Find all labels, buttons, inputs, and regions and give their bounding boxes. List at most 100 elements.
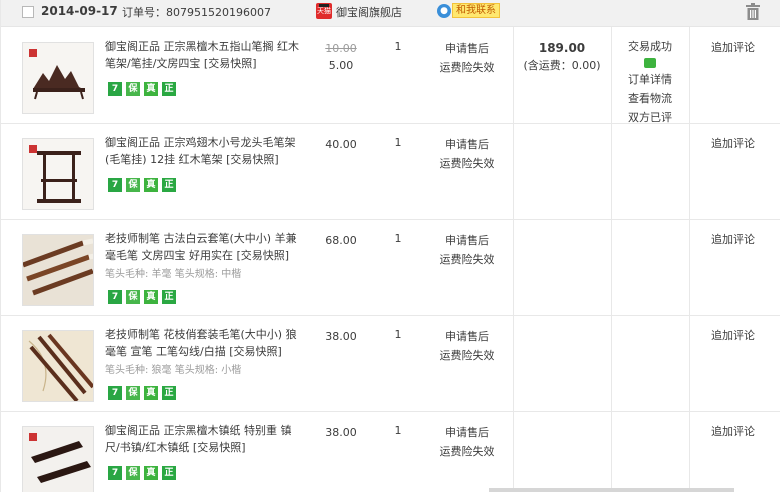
guarantee-icon[interactable]: 保 [126,466,140,480]
shop-name-link[interactable]: 御宝阁旗舰店 [336,4,402,20]
service-badges: 7 保 真 正 [108,178,176,192]
item-price: 40.00 [321,136,361,153]
add-review-link[interactable]: 追加评论 [711,327,755,343]
after-sales-cell: 申请售后 运费险失效 [431,327,503,365]
brush-set-image [23,235,93,305]
request-after-sales-link[interactable]: 申请售后 [431,39,503,58]
seven-day-return-icon[interactable]: 7 [108,466,122,480]
order-item-row: 御宝阁正品 正宗黑檀木镇纸 特别重 镇尺/书镇/红木镇纸 [交易快照] 7 保 … [1,412,780,492]
authentic-icon[interactable]: 真 [144,466,158,480]
service-badges: 7 保 真 正 [108,466,176,480]
product-title-link[interactable]: 御宝阁正品 正宗黑檀木镇纸 特别重 镇尺/书镇/红木镇纸 [交易快照] [105,422,305,456]
order-number-value: 807951520196007 [166,6,271,19]
service-badges: 7 保 真 正 [108,82,176,96]
item-quantity: 1 [394,40,402,53]
request-after-sales-link[interactable]: 申请售后 [431,231,503,250]
both-rated-status[interactable]: 双方已评 [611,108,689,127]
snapshot-link[interactable]: [交易快照] [204,57,257,70]
item-quantity: 1 [394,232,402,245]
add-review-link[interactable]: 追加评论 [711,39,755,55]
product-title-link[interactable]: 老技师制笔 花枝俏套装毛笔(大中小) 狼毫笔 宣笔 工笔勾线/白描 [交易快照] [105,326,305,360]
after-sales-cell: 申请售后 运费险失效 [431,423,503,461]
product-title-link[interactable]: 老技师制笔 古法白云套笔(大中小) 羊兼毫毛笔 文房四宝 好用实在 [交易快照] [105,230,305,264]
request-after-sales-link[interactable]: 申请售后 [431,327,503,346]
request-after-sales-link[interactable]: 申请售后 [431,423,503,442]
product-title-link[interactable]: 御宝阁正品 正宗鸡翅木小号龙头毛笔架(毛笔挂) 12挂 红木笔架 [交易快照] [105,134,305,168]
after-sales-cell: 申请售后 运费险失效 [431,39,503,77]
order-number: 订单号：807951520196007 [122,4,271,20]
shipping-insurance-status: 运费险失效 [439,349,495,362]
paperweight-image [23,427,93,492]
shipping-insurance-status: 运费险失效 [439,253,495,266]
chat-bubble-icon: ● [437,3,451,18]
add-review-link[interactable]: 追加评论 [711,231,755,247]
message-icon[interactable] [644,58,656,68]
add-review-link[interactable]: 追加评论 [711,423,755,439]
order-item-row: 老技师制笔 花枝俏套装毛笔(大中小) 狼毫笔 宣笔 工笔勾线/白描 [交易快照]… [1,316,780,412]
add-review-link[interactable]: 追加评论 [711,135,755,151]
contact-seller-label: 和我联系 [452,3,500,18]
snapshot-link[interactable]: [交易快照] [226,153,279,166]
product-title-link[interactable]: 御宝阁正品 正宗黑檀木五指山笔搁 红木笔架/笔挂/文房四宝 [交易快照] [105,38,305,72]
item-price: 38.00 [321,328,361,345]
paid-price: 68.00 [325,234,357,247]
snapshot-link[interactable]: [交易快照] [229,345,282,358]
view-logistics-link[interactable]: 查看物流 [611,89,689,108]
paid-price: 40.00 [325,138,357,151]
authentic-icon[interactable]: 真 [144,82,158,96]
seven-day-return-icon[interactable]: 7 [108,290,122,304]
authentic-icon[interactable]: 真 [144,386,158,400]
shipping-insurance-status: 运费险失效 [439,445,495,458]
service-badges: 7 保 真 正 [108,290,176,304]
authentic-icon[interactable]: 真 [144,178,158,192]
product-spec: 笔头毛种: 狼毫 笔头规格: 小楷 [105,365,242,376]
product-spec: 笔头毛种: 羊毫 笔头规格: 中楷 [105,269,242,280]
order-number-label: 订单号： [122,6,166,19]
paid-price: 5.00 [328,59,354,72]
order-detail-link[interactable]: 订单详情 [611,70,689,89]
order-select-checkbox[interactable] [22,6,34,18]
item-price: 68.00 [321,232,361,249]
seven-day-return-icon[interactable]: 7 [108,178,122,192]
message-icon-wrap[interactable] [611,56,689,70]
genuine-icon[interactable]: 正 [162,178,176,192]
snapshot-link[interactable]: [交易快照] [237,249,290,262]
original-price: 10.00 [325,42,357,55]
item-quantity: 1 [394,328,402,341]
genuine-icon[interactable]: 正 [162,466,176,480]
guarantee-icon[interactable]: 保 [126,290,140,304]
shipping-fee: (含运费：0.00) [523,59,601,72]
brush-rest-image [23,43,93,113]
total-amount: 189.00 [538,41,586,55]
guarantee-icon[interactable]: 保 [126,82,140,96]
order-item-row: 御宝阁正品 正宗鸡翅木小号龙头毛笔架(毛笔挂) 12挂 红木笔架 [交易快照] … [1,124,780,220]
order-date: 2014-09-17 [41,4,118,18]
seven-day-return-icon[interactable]: 7 [108,386,122,400]
item-price: 10.00 5.00 [321,40,361,74]
genuine-icon[interactable]: 正 [162,290,176,304]
guarantee-icon[interactable]: 保 [126,178,140,192]
paid-price: 38.00 [325,330,357,343]
brush-hanger-image [23,139,93,209]
shipping-insurance-status: 运费险失效 [439,61,495,74]
seven-day-return-icon[interactable]: 7 [108,82,122,96]
contact-seller-button[interactable]: ● 和我联系 [437,2,500,19]
guarantee-icon[interactable]: 保 [126,386,140,400]
product-thumbnail[interactable] [22,42,94,114]
after-sales-cell: 申请售后 运费险失效 [431,135,503,173]
request-after-sales-link[interactable]: 申请售后 [431,135,503,154]
product-thumbnail[interactable] [22,330,94,402]
product-thumbnail[interactable] [22,426,94,492]
genuine-icon[interactable]: 正 [162,82,176,96]
snapshot-link[interactable]: [交易快照] [193,441,246,454]
trade-status: 交易成功 [628,40,672,53]
authentic-icon[interactable]: 真 [144,290,158,304]
order-total: 189.00 (含运费：0.00) [513,40,611,74]
product-thumbnail[interactable] [22,234,94,306]
product-thumbnail[interactable] [22,138,94,210]
item-price: 38.00 [321,424,361,441]
horizontal-scrollbar[interactable] [489,488,734,492]
genuine-icon[interactable]: 正 [162,386,176,400]
order-header: 2014-09-17 订单号：807951520196007 天猫 御宝阁旗舰店… [1,0,780,27]
trash-icon[interactable] [745,3,761,20]
